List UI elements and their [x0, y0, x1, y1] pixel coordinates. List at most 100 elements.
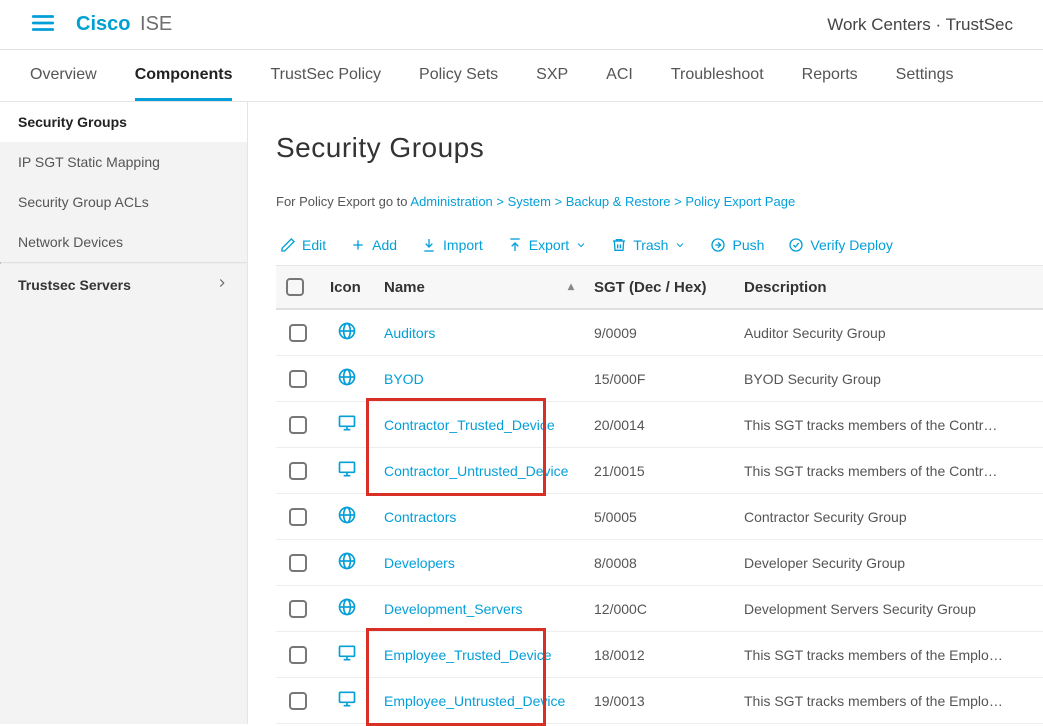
security-groups-table: Icon Name ▴ SGT (Dec / Hex) Description …	[276, 265, 1043, 724]
table-row: Contractor_Trusted_Device 20/0014This SGT…	[276, 402, 1043, 448]
row-checkbox[interactable]	[289, 324, 307, 342]
export-note-prefix: For Policy Export go to	[276, 194, 410, 209]
nav-tab-components[interactable]: Components	[135, 50, 233, 101]
brand-ise: ISE	[140, 13, 172, 35]
nav-tab-troubleshoot[interactable]: Troubleshoot	[671, 50, 764, 101]
breadcrumb: Work Centers · TrustSec	[827, 15, 1013, 35]
row-description: This SGT tracks members of the Contr…	[734, 402, 1043, 448]
edit-button[interactable]: Edit	[280, 237, 326, 253]
brand-cisco: Cisco	[76, 13, 130, 35]
table-row: Development_Servers 12/000CDevelopment Se…	[276, 586, 1043, 632]
row-sgt: 18/0012	[584, 632, 734, 678]
row-checkbox[interactable]	[289, 600, 307, 618]
row-description: This SGT tracks members of the Emplo…	[734, 632, 1043, 678]
row-name-link[interactable]: Employee_Trusted_Device	[384, 647, 552, 663]
row-description: BYOD Security Group	[734, 356, 1043, 402]
trash-label: Trash	[633, 237, 668, 253]
sidebar-item-security-groups[interactable]: Security Groups	[0, 102, 247, 142]
row-description: Development Servers Security Group	[734, 586, 1043, 632]
select-all-checkbox[interactable]	[286, 278, 304, 296]
table-row: Employee_Trusted_Device 18/0012This SGT t…	[276, 632, 1043, 678]
verify-label: Verify Deploy	[810, 237, 892, 253]
verify-button[interactable]: Verify Deploy	[788, 237, 892, 253]
row-description: This SGT tracks members of the Emplo…	[734, 678, 1043, 724]
row-checkbox[interactable]	[289, 508, 307, 526]
row-sgt: 9/0009	[584, 309, 734, 356]
row-sgt: 19/0013	[584, 678, 734, 724]
nav-tab-overview[interactable]: Overview	[30, 50, 97, 101]
chevron-right-icon	[215, 276, 229, 293]
trash-button[interactable]: Trash	[611, 237, 686, 253]
table-header-row: Icon Name ▴ SGT (Dec / Hex) Description	[276, 266, 1043, 310]
col-desc[interactable]: Description	[734, 266, 1043, 310]
row-checkbox[interactable]	[289, 462, 307, 480]
row-checkbox[interactable]	[289, 370, 307, 388]
nav-tab-sxp[interactable]: SXP	[536, 50, 568, 101]
nav-tab-trustsec-policy[interactable]: TrustSec Policy	[270, 50, 381, 101]
export-button[interactable]: Export	[507, 237, 587, 253]
row-name-link[interactable]: Employee_Untrusted_Device	[384, 693, 565, 709]
row-name-link[interactable]: Contractors	[384, 509, 456, 525]
table-row: BYOD 15/000FBYOD Security Group	[276, 356, 1043, 402]
table-toolbar: Edit Add Import Export Trash	[280, 237, 1043, 265]
table-row: Auditors 9/0009Auditor Security Group	[276, 309, 1043, 356]
table-row: Developers8/0008Developer Security Group	[276, 540, 1043, 586]
row-description: This SGT tracks members of the Contr…	[734, 448, 1043, 494]
export-note-link[interactable]: Administration > System > Backup & Resto…	[410, 194, 795, 209]
table-row: Contractor_Untrusted_Device 21/0015This S…	[276, 448, 1043, 494]
main-content: Security Groups For Policy Export go to …	[248, 102, 1043, 724]
row-sgt: 12/000C	[584, 586, 734, 632]
menu-icon[interactable]	[30, 10, 56, 39]
col-icon[interactable]: Icon	[320, 266, 374, 310]
col-sgt[interactable]: SGT (Dec / Hex)	[584, 266, 734, 310]
nav-tab-reports[interactable]: Reports	[802, 50, 858, 101]
row-description: Auditor Security Group	[734, 309, 1043, 356]
page-title: Security Groups	[276, 132, 1043, 164]
add-button[interactable]: Add	[350, 237, 397, 253]
sidebar-item-trustsec-servers[interactable]: Trustsec Servers	[0, 264, 247, 305]
main-nav: Overview Components TrustSec Policy Policy …	[0, 50, 1043, 102]
sort-asc-icon: ▴	[568, 279, 574, 293]
row-name-link[interactable]: Developers	[384, 555, 455, 571]
row-name-link[interactable]: Contractor_Untrusted_Device	[384, 463, 568, 479]
edit-label: Edit	[302, 237, 326, 253]
add-label: Add	[372, 237, 397, 253]
table-row: Employee_Untrusted_Device 19/0013This SGT…	[276, 678, 1043, 724]
row-sgt: 15/000F	[584, 356, 734, 402]
push-label: Push	[732, 237, 764, 253]
row-sgt: 20/0014	[584, 402, 734, 448]
row-checkbox[interactable]	[289, 554, 307, 572]
row-checkbox[interactable]	[289, 416, 307, 434]
sidebar-item-ip-sgt-static-mapping[interactable]: IP SGT Static Mapping	[0, 142, 247, 182]
row-name-link[interactable]: Development_Servers	[384, 601, 523, 617]
sidebar-item-label: Trustsec Servers	[18, 277, 131, 293]
col-name[interactable]: Name ▴	[374, 266, 584, 310]
row-name-link[interactable]: Contractor_Trusted_Device	[384, 417, 555, 433]
row-sgt: 5/0005	[584, 494, 734, 540]
row-description: Contractor Security Group	[734, 494, 1043, 540]
sidebar: Security GroupsIP SGT Static MappingSecu…	[0, 102, 248, 724]
sidebar-item-security-group-acls[interactable]: Security Group ACLs	[0, 182, 247, 222]
globe-icon	[337, 374, 357, 390]
monitor-icon	[337, 466, 357, 482]
chevron-down-icon	[674, 239, 686, 251]
monitor-icon	[337, 420, 357, 436]
globe-icon	[337, 558, 357, 574]
row-name-link[interactable]: BYOD	[384, 371, 424, 387]
row-checkbox[interactable]	[289, 646, 307, 664]
sidebar-item-network-devices[interactable]: Network Devices	[0, 222, 247, 262]
monitor-icon	[337, 696, 357, 712]
row-sgt: 21/0015	[584, 448, 734, 494]
import-button[interactable]: Import	[421, 237, 483, 253]
push-button[interactable]: Push	[710, 237, 764, 253]
nav-tab-policy-sets[interactable]: Policy Sets	[419, 50, 498, 101]
import-label: Import	[443, 237, 483, 253]
monitor-icon	[337, 650, 357, 666]
nav-tab-settings[interactable]: Settings	[896, 50, 954, 101]
row-name-link[interactable]: Auditors	[384, 325, 435, 341]
export-label: Export	[529, 237, 569, 253]
col-name-label: Name	[384, 279, 425, 296]
brand: Cisco ISE	[76, 13, 172, 36]
row-checkbox[interactable]	[289, 692, 307, 710]
nav-tab-aci[interactable]: ACI	[606, 50, 633, 101]
